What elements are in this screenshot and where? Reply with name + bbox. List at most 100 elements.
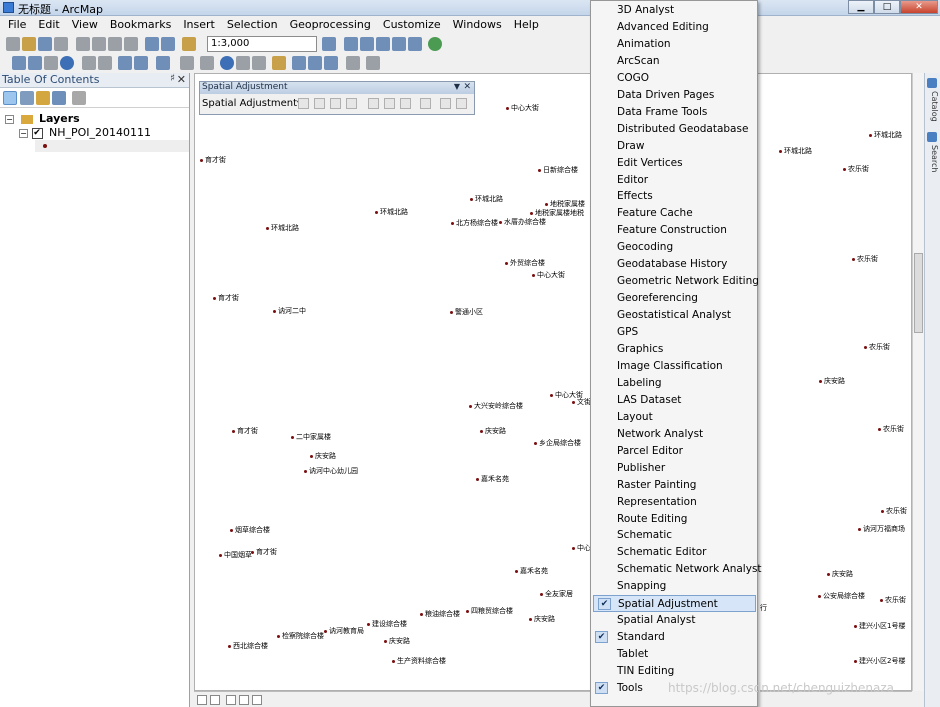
forward-extent-icon[interactable] <box>134 56 148 70</box>
python-window-icon[interactable] <box>408 37 422 51</box>
toolbars-menu-item[interactable]: Feature Cache <box>591 205 757 222</box>
catalog-window-icon[interactable] <box>360 37 374 51</box>
toolbars-menu-item[interactable]: Spatial Analyst <box>591 612 757 629</box>
new-identity-link-icon[interactable] <box>368 98 379 109</box>
minimize-button[interactable]: ▁ <box>848 0 874 14</box>
menu-windows[interactable]: Windows <box>447 17 508 34</box>
new-limited-adjustment-area-icon[interactable] <box>384 98 395 109</box>
toolbars-menu-item[interactable]: Publisher <box>591 460 757 477</box>
map-scale-input[interactable]: 1:3,000 <box>207 36 317 52</box>
model-builder-icon[interactable] <box>428 37 442 51</box>
delete-icon[interactable] <box>124 37 138 51</box>
toolbars-menu-item[interactable]: Editor <box>591 172 757 189</box>
collapse-layers-icon[interactable]: − <box>5 114 14 124</box>
table-of-contents-icon[interactable] <box>344 37 358 51</box>
full-extent-icon[interactable] <box>60 56 74 70</box>
zoom-in-icon[interactable] <box>12 56 26 70</box>
maximize-button[interactable]: □ <box>874 0 900 14</box>
menu-file[interactable]: File <box>2 17 32 34</box>
toolbars-menu-item[interactable]: Georeferencing <box>591 290 757 307</box>
menu-help[interactable]: Help <box>508 17 545 34</box>
catalog-side-tab[interactable]: Catalog <box>926 77 939 129</box>
add-data-icon[interactable] <box>182 37 196 51</box>
menu-selection[interactable]: Selection <box>221 17 284 34</box>
toolbars-menu-item[interactable]: Layout <box>591 409 757 426</box>
layer-row-nh-poi[interactable]: − ✔ NH_POI_20140111 <box>19 126 151 139</box>
toolbars-menu-item[interactable]: Edit Vertices <box>591 155 757 172</box>
save-icon[interactable] <box>38 37 52 51</box>
fixed-zoom-out-icon[interactable] <box>98 56 112 70</box>
toolbars-menu-item[interactable]: ✔ Spatial Adjustment <box>593 595 756 613</box>
hyperlink-icon[interactable] <box>236 56 250 70</box>
menu-edit[interactable]: Edit <box>32 17 65 34</box>
toolbars-menu-item[interactable]: Labeling <box>591 375 757 392</box>
toolbars-menu-item[interactable]: Parcel Editor <box>591 443 757 460</box>
identify-icon[interactable] <box>220 56 234 70</box>
toolbars-menu-item[interactable]: Animation <box>591 36 757 53</box>
toolbars-menu-item[interactable]: Graphics <box>591 341 757 358</box>
menu-view[interactable]: View <box>66 17 104 34</box>
map-vertical-scrollbar[interactable] <box>912 73 924 691</box>
print-icon[interactable] <box>54 37 68 51</box>
editor-toolbar-icon[interactable] <box>322 37 336 51</box>
cut-icon[interactable] <box>76 37 90 51</box>
pause-drawing-icon[interactable] <box>239 695 249 705</box>
toolbars-menu-item[interactable]: Geostatistical Analyst <box>591 307 757 324</box>
menu-insert[interactable]: Insert <box>177 17 221 34</box>
copy-icon[interactable] <box>92 37 106 51</box>
layer-visibility-checkbox[interactable]: ✔ <box>31 127 43 139</box>
menu-geoprocessing[interactable]: Geoprocessing <box>284 17 377 34</box>
toolbar-close-icon[interactable]: ✕ <box>463 82 471 92</box>
open-folder-icon[interactable] <box>22 37 36 51</box>
spatial-adjustment-toolbar-header[interactable]: Spatial Adjustment ▼ ✕ <box>200 82 474 94</box>
toolbars-menu-item[interactable]: Geocoding <box>591 239 757 256</box>
toolbars-menu-item[interactable]: Draw <box>591 138 757 155</box>
new-displacement-link-icon[interactable] <box>314 98 325 109</box>
pin-icon[interactable]: ♯ <box>170 73 175 84</box>
find-route-icon[interactable] <box>308 56 322 70</box>
multiple-displacement-links-icon[interactable] <box>346 98 357 109</box>
toolbars-menu-item[interactable]: Distributed Geodatabase <box>591 121 757 138</box>
toolbars-menu-item[interactable]: Schematic <box>591 527 757 544</box>
go-to-xy-icon[interactable] <box>324 56 338 70</box>
toolbars-menu-item[interactable]: Schematic Network Analyst <box>591 561 762 578</box>
select-elements-icon[interactable] <box>200 56 214 70</box>
scroll-left-icon[interactable] <box>252 695 262 705</box>
toolbars-menu-item[interactable]: Image Classification <box>591 358 757 375</box>
collapse-layer-icon[interactable]: − <box>19 128 28 138</box>
layers-group-row[interactable]: − Layers <box>5 112 80 125</box>
layer-symbol-row[interactable] <box>35 140 189 152</box>
pan-icon[interactable] <box>44 56 58 70</box>
redo-icon[interactable] <box>161 37 175 51</box>
attribute-transfer-tool-icon[interactable] <box>440 98 451 109</box>
toolbars-menu-item[interactable]: Effects <box>591 188 757 205</box>
toolbars-menu-item[interactable]: ArcScan <box>591 53 757 70</box>
spatial-adjustment-menu-button[interactable]: Spatial Adjustment▾ <box>202 98 302 109</box>
close-button[interactable]: ✕ <box>900 0 938 14</box>
arctoolbox-icon[interactable] <box>392 37 406 51</box>
toolbars-menu-item[interactable]: TIN Editing <box>591 663 757 680</box>
toolbar-options-icon[interactable]: ▼ <box>454 82 460 91</box>
search-side-tab[interactable]: Search <box>926 131 939 179</box>
scrollbar-thumb[interactable] <box>914 253 923 333</box>
refresh-icon[interactable] <box>226 695 236 705</box>
toolbars-menu-item[interactable]: Raster Painting <box>591 477 757 494</box>
toolbars-menu-item[interactable]: Network Analyst <box>591 426 757 443</box>
create-viewer-window-icon[interactable] <box>366 56 380 70</box>
undo-icon[interactable] <box>145 37 159 51</box>
toolbars-menu-item[interactable]: Tablet <box>591 646 757 663</box>
zoom-out-icon[interactable] <box>28 56 42 70</box>
toolbars-menu-item[interactable]: Geometric Network Editing <box>591 273 759 290</box>
measure-icon[interactable] <box>272 56 286 70</box>
clear-selection-icon[interactable] <box>180 56 194 70</box>
find-icon[interactable] <box>292 56 306 70</box>
toolbars-menu-item[interactable]: Advanced Editing <box>591 19 757 36</box>
clear-limited-adjustment-area-icon[interactable] <box>400 98 411 109</box>
list-by-drawing-order-icon[interactable] <box>3 91 17 105</box>
menu-bookmarks[interactable]: Bookmarks <box>104 17 177 34</box>
toc-close-icon[interactable]: ✕ <box>177 73 186 86</box>
toolbars-menu-item[interactable]: Snapping <box>591 578 757 595</box>
html-popup-icon[interactable] <box>252 56 266 70</box>
list-by-source-icon[interactable] <box>20 91 34 105</box>
edge-match-tool-icon[interactable] <box>456 98 467 109</box>
